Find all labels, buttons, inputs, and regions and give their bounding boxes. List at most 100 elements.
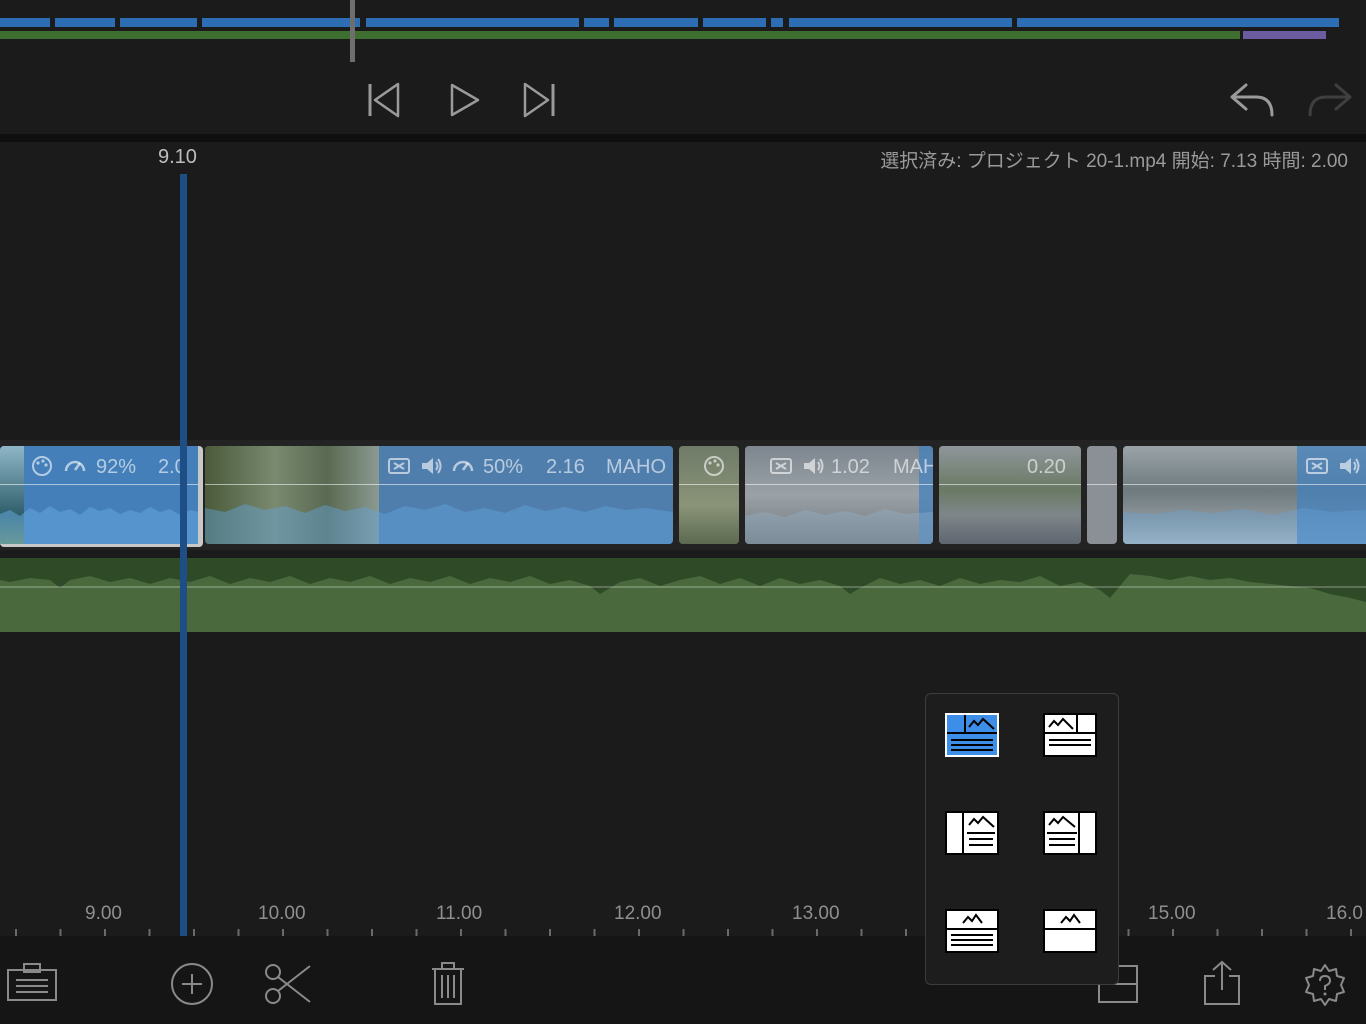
settings-help-icon [1305,964,1345,1006]
play-button[interactable] [447,80,483,123]
redo-icon [1308,83,1352,117]
layout-option-2[interactable] [1043,713,1097,757]
delete-button[interactable] [430,962,466,1009]
clip-waveform [1123,508,1366,544]
clip-list-button[interactable] [6,962,58,1005]
clip-label: 0.20 [1027,456,1066,478]
clip-label: MAH [893,456,933,478]
speaker-icon [422,458,442,474]
trash-icon [432,962,464,1005]
overview-video-segment [55,18,115,27]
layout-image-right-icon [1043,713,1097,757]
layout-option-1-selected[interactable] [945,713,999,757]
playhead-time: 9.10 [158,146,197,168]
layout-option-6[interactable] [1043,909,1097,953]
overview-video-segment [202,18,360,27]
ruler-label: 16.0 [1326,903,1363,924]
transition-icon [770,458,792,474]
speaker-icon [804,458,824,474]
ruler-ticks [15,929,1352,936]
overview-video-segment [366,18,579,27]
clip-list-icon [7,963,57,1001]
audio-waveform [0,558,1366,602]
overview-video-segment [703,18,766,27]
color-palette-icon [32,456,52,476]
settings-help-button[interactable] [1302,962,1348,1011]
layout-option-5[interactable] [945,909,999,953]
skip-to-start-button[interactable] [366,80,402,123]
overview-video-segment [771,18,783,27]
overview-video-segment [0,18,50,27]
color-palette-icon [704,456,724,476]
clip-label: 2.16 [546,456,585,478]
redo-button[interactable] [1306,82,1354,121]
clip-volume-line [745,484,933,485]
selection-info: 選択済み: プロジェクト 20-1.mp4 開始: 7.13 時間: 2.00 [880,151,1348,172]
ruler-label: 10.00 [258,903,306,924]
ruler-label: 9.00 [85,903,122,924]
add-icon [171,963,213,1005]
layout-center-image-icon [945,909,999,953]
undo-button[interactable] [1228,82,1276,121]
timeline-overview[interactable] [0,0,1366,62]
layout-image-top-blank-icon [1043,909,1097,953]
share-button[interactable] [1202,960,1242,1009]
clip-label: 50% [483,456,524,478]
skip-to-start-icon [368,82,400,118]
overview-video-segment [1017,18,1339,27]
ruler-label: 13.00 [792,903,840,924]
layout-top-image-icon [945,713,999,757]
clip-label: MAHO [606,456,666,478]
video-clip[interactable] [1087,446,1117,544]
layout-left-sidebar-icon [945,811,999,855]
share-icon [1204,960,1240,1005]
skip-to-end-button[interactable] [521,80,557,123]
skip-to-end-icon [523,82,555,118]
layout-right-sidebar-icon [1043,811,1097,855]
layout-popover [925,693,1119,985]
clip-label: 92% [96,456,137,478]
clip-volume-line [0,484,198,485]
playhead[interactable] [180,174,187,936]
split-button[interactable] [264,962,312,1009]
overview-audio-segment [1243,31,1326,39]
add-media-button[interactable] [170,962,214,1009]
clip-volume-line [1087,484,1117,485]
ruler-label: 11.00 [436,903,483,924]
bottom-toolbar [0,936,1366,1024]
video-clip[interactable]: 50% 2.16 MAHO [205,446,673,544]
clip-volume-line [205,484,673,485]
clip-waveform [745,509,933,544]
overview-video-segment [614,18,698,27]
overview-audio-segment [0,31,1240,39]
transport-bar [0,62,1366,134]
transition-icon [1306,458,1328,474]
clip-volume-line [1123,484,1366,485]
transition-icon [388,458,410,474]
divider [0,134,1366,142]
video-clip[interactable]: 0.20 [939,446,1081,544]
audio-track[interactable] [0,558,1366,632]
layout-option-4[interactable] [1043,811,1097,855]
video-clip-selected[interactable]: 92% 2.0 [0,446,203,547]
speed-gauge-icon [64,460,86,472]
overview-video-segment [120,18,197,27]
ruler-label: 15.00 [1148,903,1196,924]
clip-waveform [0,506,198,544]
layout-option-3[interactable] [945,811,999,855]
video-clip[interactable] [1123,446,1366,544]
overview-video-segment [789,18,1012,27]
video-clip[interactable] [679,446,739,544]
overview-video-segment [584,18,609,27]
clip-label: 1.02 [831,456,870,478]
speed-gauge-icon [452,460,474,472]
clip-volume-line [939,484,1081,485]
clip-waveform [205,504,673,544]
scissors-icon [265,964,311,1004]
undo-icon [1230,83,1274,117]
play-icon [450,83,480,117]
speaker-icon [1340,458,1360,474]
ruler-label: 12.00 [614,903,662,924]
video-clip[interactable]: 1.02 MAH [745,446,933,544]
overview-playhead[interactable] [350,0,355,62]
